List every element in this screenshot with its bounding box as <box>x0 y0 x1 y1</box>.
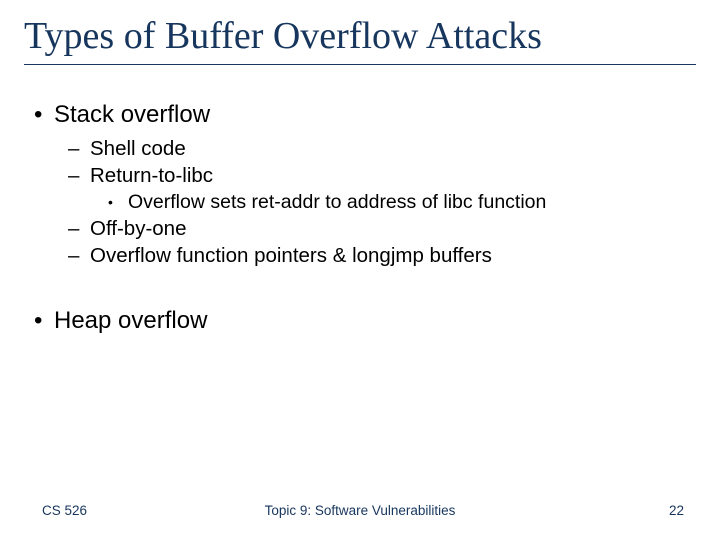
footer-page-number: 22 <box>669 503 684 518</box>
bullet-return-to-libc: Return-to-libc <box>90 164 696 188</box>
slide-footer: CS 526 Topic 9: Software Vulnerabilities… <box>0 503 720 518</box>
bullet-heap-overflow: Heap overflow <box>54 307 696 335</box>
bullet-shell-code: Shell code <box>90 137 696 161</box>
bullet-stack-overflow: Stack overflow <box>54 101 696 129</box>
bullet-off-by-one: Off-by-one <box>90 217 696 241</box>
footer-topic: Topic 9: Software Vulnerabilities <box>265 503 456 518</box>
spacer <box>28 271 696 307</box>
bullet-ret-addr: Overflow sets ret-addr to address of lib… <box>128 191 696 214</box>
slide-title: Types of Buffer Overflow Attacks <box>24 14 696 65</box>
slide: Types of Buffer Overflow Attacks Stack o… <box>0 0 720 540</box>
bullet-function-pointers: Overflow function pointers & longjmp buf… <box>90 244 696 268</box>
footer-course: CS 526 <box>42 503 87 518</box>
slide-content: Stack overflow Shell code Return-to-libc… <box>24 101 696 335</box>
